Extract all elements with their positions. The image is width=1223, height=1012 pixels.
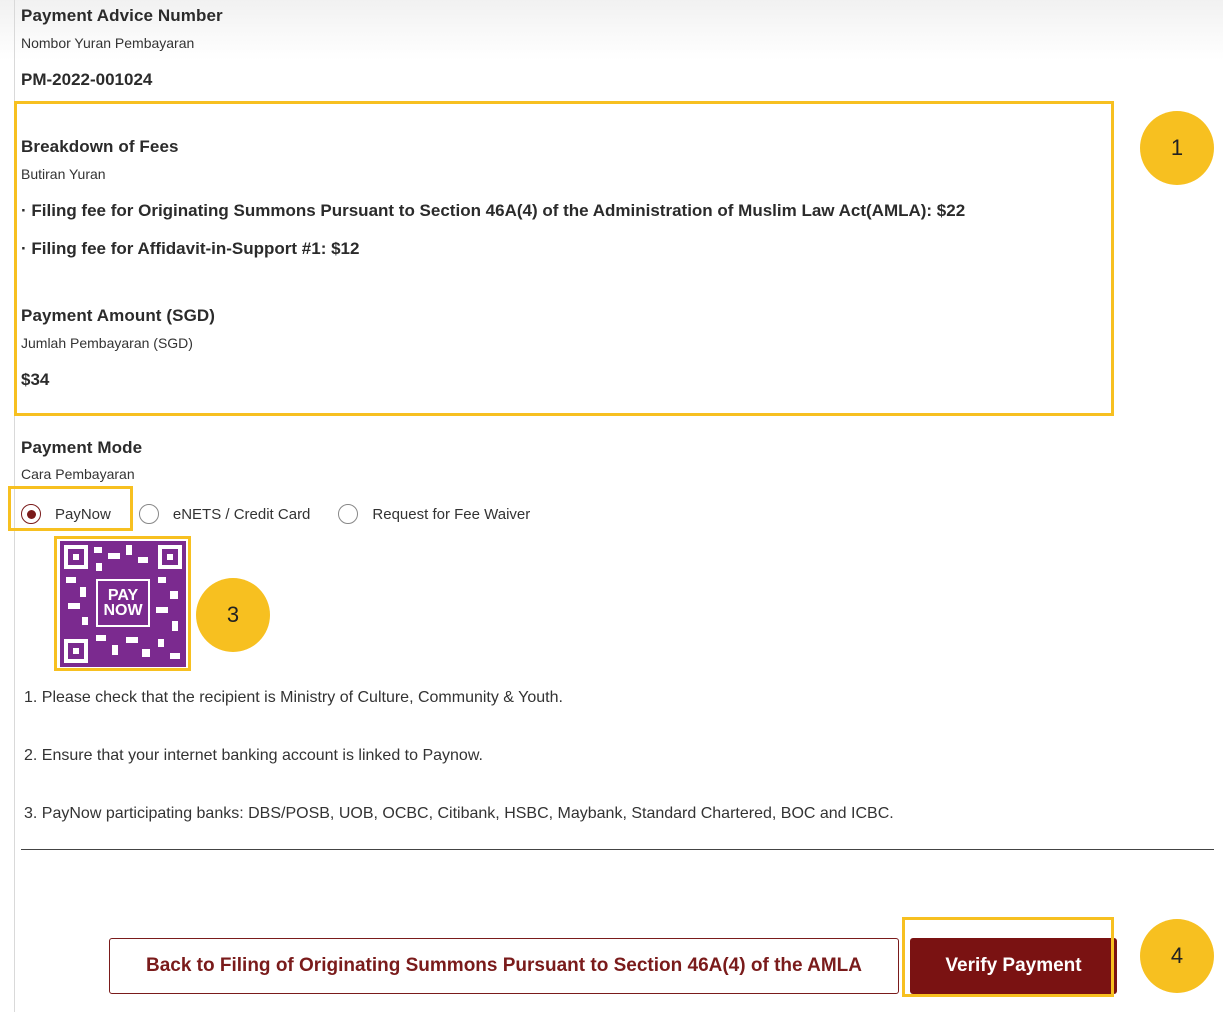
instruction-note: 3. PayNow participating banks: DBS/POSB,… [24,805,894,822]
callout-highlight-qr [54,536,191,671]
payment-advice-number: PM-2022-001024 [21,70,153,89]
payment-mode-label: Payment Mode [21,438,143,457]
radio-label: eNETS / Credit Card [172,505,311,523]
callout-number-badge: 4 [1140,919,1214,993]
callout-number-badge: 3 [196,578,270,652]
radio-enets-credit-card[interactable]: eNETS / Credit Card [138,504,311,524]
radio-unselected-icon[interactable] [138,504,159,524]
radio-label: Request for Fee Waiver [372,505,531,523]
callout-number-badge: 1 [1140,111,1214,185]
back-to-filing-button[interactable]: Back to Filing of Originating Summons Pu… [109,938,899,994]
instruction-note: 2. Ensure that your internet banking acc… [24,747,483,764]
radio-unselected-icon[interactable] [338,504,359,524]
radio-fee-waiver[interactable]: Request for Fee Waiver [338,504,530,524]
payment-advice-label-ms: Nombor Yuran Pembayaran [21,35,195,51]
callout-highlight-verify [902,917,1114,997]
callout-highlight-fees [14,101,1114,416]
instruction-note: 1. Please check that the recipient is Mi… [24,689,563,706]
payment-advice-label: Payment Advice Number [21,6,223,25]
payment-mode-label-ms: Cara Pembayaran [21,466,135,482]
callout-highlight-paynow [8,486,133,531]
section-divider [21,849,1214,850]
